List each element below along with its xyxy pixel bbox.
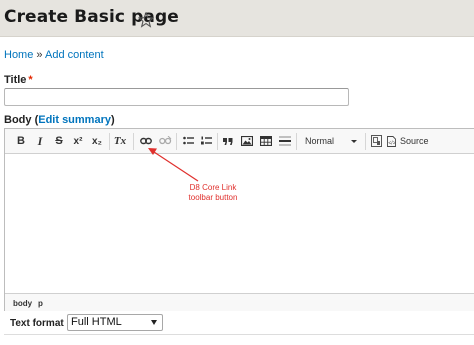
breadcrumb-separator: » (36, 49, 43, 61)
title-label-text: Title (4, 74, 27, 86)
text-format-value: Full HTML (71, 316, 122, 328)
title-label: Title * (4, 74, 33, 86)
unlink-icon (158, 136, 171, 145)
body-editor: B I S x² x₂ Tx Normal </> Source body p (4, 128, 474, 311)
text-format-label: Text format (10, 318, 64, 329)
page-header: Create Basic page (0, 0, 474, 37)
toolbar-separator (296, 133, 297, 150)
unlink-button[interactable] (157, 132, 173, 150)
bulleted-list-icon (182, 136, 194, 145)
title-input[interactable] (4, 88, 349, 106)
link-button[interactable] (138, 132, 154, 150)
editor-content-area[interactable] (5, 154, 474, 293)
body-label: Body (Edit summary) (4, 114, 115, 126)
toolbar-separator (176, 133, 177, 150)
subscript-icon: x₂ (91, 135, 102, 147)
path-body[interactable]: body (13, 299, 32, 308)
subscript-button[interactable]: x₂ (90, 132, 104, 150)
bold-icon: B (17, 135, 25, 147)
annotation-label: D8 Core Link toolbar button (181, 183, 245, 203)
numbered-list-button[interactable] (199, 132, 213, 150)
blockquote-icon (223, 137, 233, 145)
body-label-close-paren: ) (110, 114, 115, 126)
bulleted-list-button[interactable] (181, 132, 195, 150)
text-format-select[interactable]: Full HTML (67, 314, 163, 331)
star-outline-icon[interactable] (138, 12, 154, 28)
remove-format-icon: Tx (113, 135, 127, 147)
numbered-list-icon (200, 136, 212, 145)
image-icon (241, 136, 253, 146)
required-marker: * (28, 74, 33, 86)
toolbar-separator (365, 133, 366, 150)
breadcrumb-home[interactable]: Home (4, 49, 33, 61)
bold-button[interactable]: B (15, 132, 27, 150)
editor-toolbar: B I S x² x₂ Tx Normal </> Source (5, 129, 474, 154)
remove-format-button[interactable]: Tx (113, 132, 127, 150)
superscript-icon: x² (73, 135, 83, 147)
horizontal-rule-icon (279, 136, 291, 146)
source-icon: </> (387, 135, 396, 147)
italic-icon: I (37, 133, 43, 148)
path-p[interactable]: p (38, 299, 43, 308)
blockquote-button[interactable] (221, 132, 235, 150)
svg-text:</>: </> (388, 140, 395, 146)
source-label: Source (400, 136, 429, 146)
source-button[interactable]: </> Source (387, 132, 429, 150)
annotation-line-1: D8 Core Link (189, 183, 237, 192)
breadcrumb-add-content[interactable]: Add content (45, 49, 104, 61)
horizontal-rule-button[interactable] (278, 132, 292, 150)
editor-statusbar: body p (5, 293, 474, 311)
toolbar-separator (109, 133, 110, 150)
annotation-line-2: toolbar button (188, 193, 238, 202)
edit-summary-link[interactable]: Edit summary (38, 114, 111, 126)
italic-button[interactable]: I (34, 132, 46, 150)
format-dropdown-value: Normal (305, 136, 335, 146)
table-icon (260, 136, 272, 146)
breadcrumb: Home » Add content (4, 49, 104, 61)
strikethrough-icon: S (55, 135, 63, 147)
superscript-button[interactable]: x² (71, 132, 85, 150)
chevron-down-icon (351, 140, 357, 143)
strikethrough-button[interactable]: S (53, 132, 65, 150)
toolbar-separator (217, 133, 218, 150)
toolbar-separator (133, 133, 134, 150)
image-button[interactable] (240, 132, 254, 150)
show-blocks-button[interactable] (369, 132, 383, 150)
table-button[interactable] (259, 132, 273, 150)
show-blocks-icon (370, 135, 382, 147)
divider (4, 334, 474, 335)
body-label-text: Body (4, 114, 32, 126)
chevron-down-icon (151, 320, 157, 325)
link-icon (140, 137, 152, 145)
